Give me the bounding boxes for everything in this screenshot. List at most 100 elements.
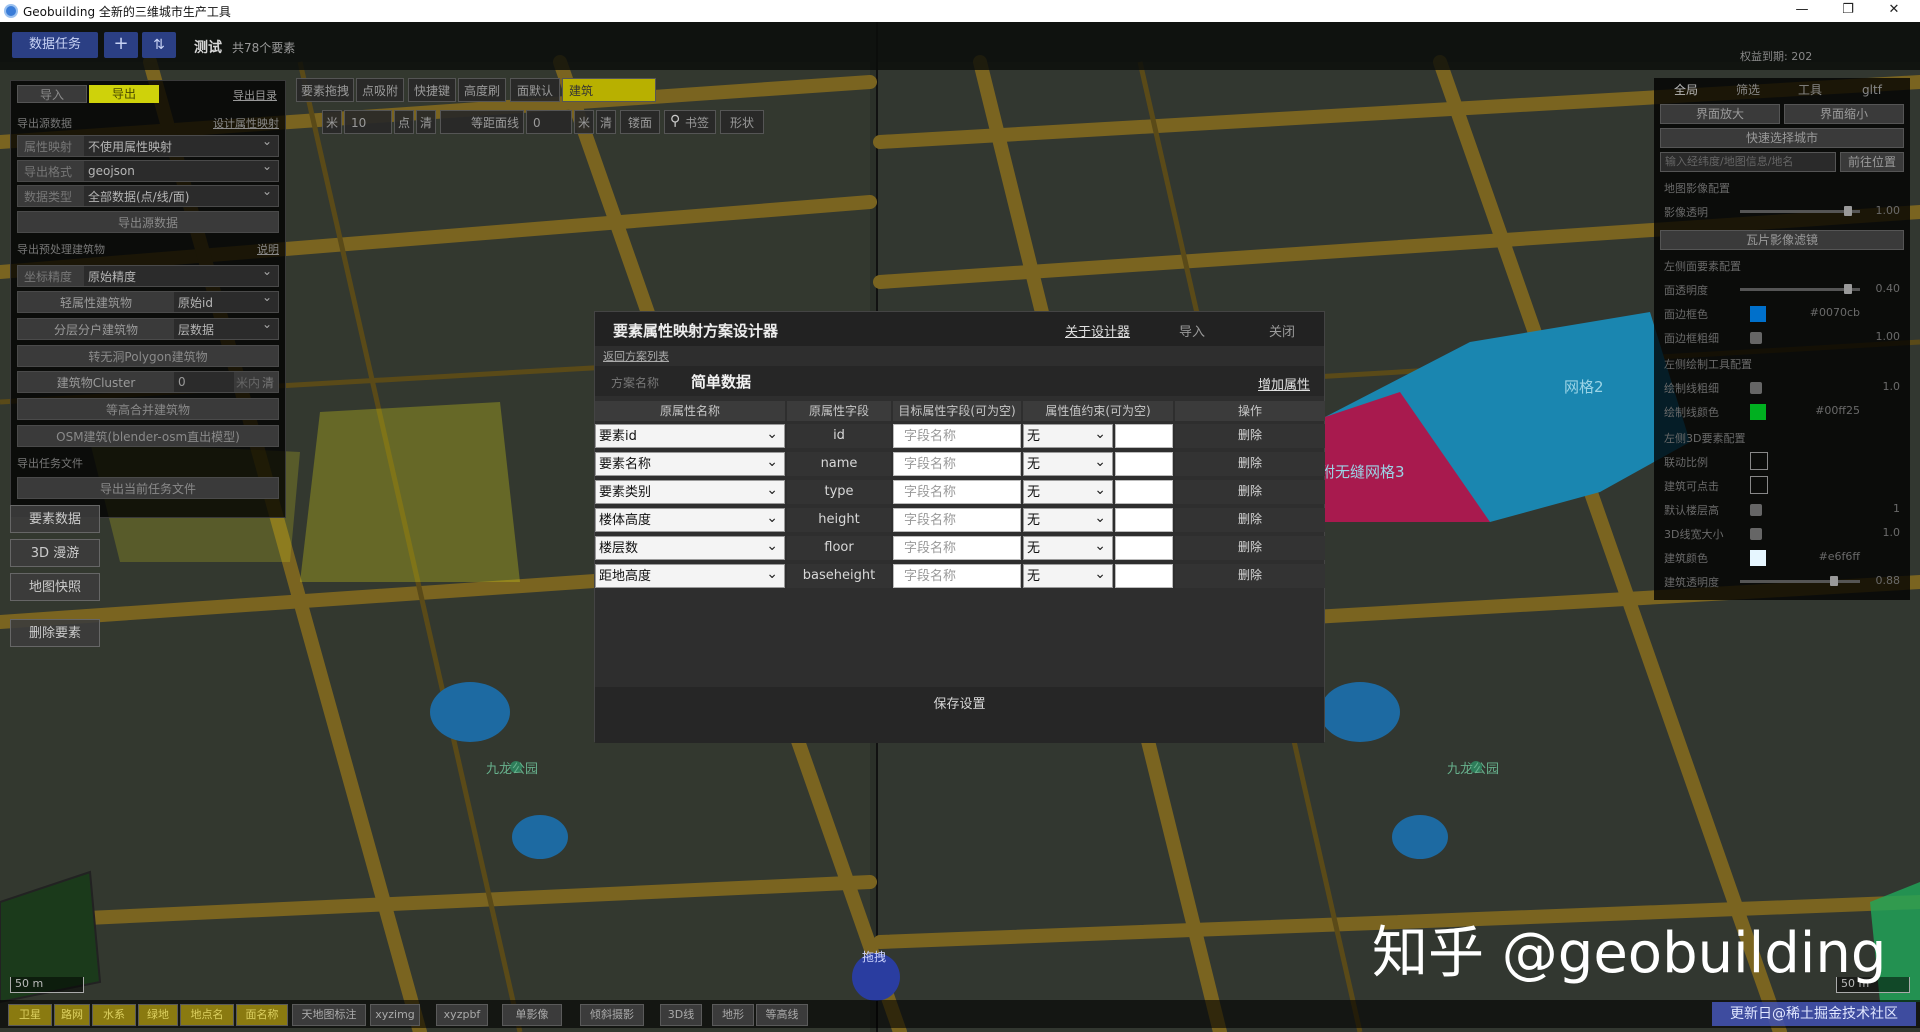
source-name-select[interactable]: 要素id: [595, 422, 785, 448]
source-name-select[interactable]: 要素名称: [595, 450, 785, 476]
constraint-value-input[interactable]: [1115, 564, 1173, 588]
building-clickable-checkbox[interactable]: [1750, 476, 1768, 494]
delete-feature-button[interactable]: 删除要素: [10, 619, 100, 647]
add-button[interactable]: +: [104, 32, 138, 58]
scheme-name-value[interactable]: 简单数据: [691, 371, 751, 392]
constraint-value-input[interactable]: [1115, 508, 1173, 532]
add-attribute-link[interactable]: 增加属性: [1258, 374, 1310, 393]
close-window-button[interactable]: ✕: [1872, 0, 1916, 22]
layer-contours[interactable]: 等高线: [756, 1004, 808, 1026]
target-field-input[interactable]: 字段名称: [893, 508, 1021, 532]
layer-oblique[interactable]: 倾斜摄影: [580, 1004, 644, 1026]
layered-building-row[interactable]: 分层分户建筑物 层数据: [17, 317, 279, 340]
tab-gltf[interactable]: gltf: [1844, 80, 1900, 100]
surface-color-swatch[interactable]: [1750, 306, 1766, 322]
source-name-select[interactable]: 楼层数: [595, 534, 785, 560]
layer-satellite[interactable]: 卫星: [8, 1004, 52, 1026]
source-name-select[interactable]: 楼体高度: [595, 506, 785, 532]
light-building-select[interactable]: 原始id: [174, 290, 278, 312]
slider-knob[interactable]: [1844, 284, 1852, 294]
tool-drag[interactable]: 要素拖拽: [296, 78, 354, 102]
constraint-select[interactable]: 无: [1023, 422, 1113, 448]
tool-height-brush[interactable]: 高度刷: [458, 78, 506, 102]
building-select[interactable]: 建筑: [562, 78, 656, 102]
zoom-in-ui-button[interactable]: 界面放大: [1660, 104, 1780, 124]
constraint-select[interactable]: 无: [1023, 478, 1113, 504]
goto-button[interactable]: 前往位置: [1840, 152, 1904, 172]
clear-button[interactable]: 清: [416, 110, 436, 134]
tab-global[interactable]: 全局: [1658, 80, 1714, 100]
layer-terrain[interactable]: 地形: [712, 1004, 754, 1026]
export-dir-link[interactable]: 导出目录: [233, 87, 277, 103]
layer-face-names[interactable]: 面名称: [236, 1004, 288, 1026]
layer-3d-lines[interactable]: 3D线: [660, 1004, 702, 1026]
map-snapshot-button[interactable]: 地图快照: [10, 573, 100, 601]
tool-hotkey[interactable]: 快捷键: [408, 78, 456, 102]
polygon-building-button[interactable]: 转无洞Polygon建筑物: [17, 345, 279, 367]
quick-city-button[interactable]: 快速选择城市: [1660, 128, 1904, 148]
building-alpha-slider[interactable]: [1740, 580, 1860, 583]
constraint-value-input[interactable]: [1115, 424, 1173, 448]
target-field-input[interactable]: 字段名称: [893, 480, 1021, 504]
layer-water[interactable]: 水系: [92, 1004, 136, 1026]
tab-filter[interactable]: 筛选: [1720, 80, 1776, 100]
source-name-select[interactable]: 距地高度: [595, 562, 785, 588]
hollow-button[interactable]: 镂面: [620, 110, 660, 134]
tile-filter-button[interactable]: 瓦片影像滤镜: [1660, 230, 1904, 250]
tool-face-default[interactable]: 面默认: [510, 78, 560, 102]
constraint-select[interactable]: 无: [1023, 534, 1113, 560]
export-task-button[interactable]: 导出当前任务文件: [17, 477, 279, 499]
constraint-select[interactable]: 无: [1023, 450, 1113, 476]
distance-input[interactable]: 10: [344, 110, 392, 134]
delete-row-button[interactable]: 删除: [1175, 480, 1325, 504]
clear-button[interactable]: 清: [596, 110, 616, 134]
drag-handle[interactable]: 拖拽: [862, 948, 886, 965]
shape-button[interactable]: 形状: [720, 110, 764, 134]
sort-button[interactable]: ⇅: [142, 32, 176, 58]
offset-input[interactable]: 0: [526, 110, 572, 134]
merge-height-button[interactable]: 等高合并建筑物: [17, 398, 279, 420]
maximize-button[interactable]: ❐: [1826, 0, 1870, 22]
save-settings-button[interactable]: 保存设置: [595, 687, 1324, 743]
building-color-swatch[interactable]: [1750, 550, 1766, 566]
light-building-row[interactable]: 轻属性建筑物 原始id: [17, 290, 279, 313]
link-scale-checkbox[interactable]: [1750, 452, 1768, 470]
close-dialog-link[interactable]: 关闭: [1269, 321, 1295, 340]
layer-roads[interactable]: 路网: [54, 1004, 90, 1026]
tab-export[interactable]: 导出: [89, 85, 159, 103]
constraint-value-input[interactable]: [1115, 536, 1173, 560]
3d-roam-button[interactable]: 3D 漫游: [10, 539, 100, 567]
design-mapping-link[interactable]: 设计属性映射: [213, 115, 279, 131]
layer-tianditu[interactable]: 天地图标注: [292, 1004, 366, 1026]
equidistant-toggle[interactable]: 等距面线: [440, 110, 524, 134]
3d-line-width-checkbox[interactable]: [1750, 528, 1762, 540]
precision-select[interactable]: 原始精度: [84, 264, 278, 286]
import-link[interactable]: 导入: [1179, 321, 1205, 340]
about-designer-link[interactable]: 关于设计器: [1065, 321, 1130, 340]
constraint-value-input[interactable]: [1115, 480, 1173, 504]
data-task-button[interactable]: 数据任务: [12, 32, 98, 58]
delete-row-button[interactable]: 删除: [1175, 424, 1325, 448]
tab-import[interactable]: 导入: [17, 85, 87, 103]
target-field-input[interactable]: 字段名称: [893, 424, 1021, 448]
mapping-select[interactable]: 不使用属性映射: [84, 134, 278, 156]
image-alpha-slider[interactable]: [1740, 210, 1860, 213]
draw-color-swatch[interactable]: [1750, 404, 1766, 420]
draw-width-checkbox[interactable]: [1750, 382, 1762, 394]
surface-alpha-slider[interactable]: [1740, 288, 1860, 291]
datatype-select[interactable]: 全部数据(点/线/面): [84, 184, 278, 206]
tool-snap[interactable]: 点吸附: [356, 78, 404, 102]
cluster-input[interactable]: 0: [174, 372, 234, 392]
osm-building-button[interactable]: OSM建筑(blender-osm直出模型): [17, 425, 279, 447]
target-field-input[interactable]: 字段名称: [893, 536, 1021, 560]
minimize-button[interactable]: —: [1780, 0, 1824, 22]
feature-data-button[interactable]: 要素数据: [10, 505, 100, 533]
zoom-out-ui-button[interactable]: 界面缩小: [1784, 104, 1904, 124]
target-field-input[interactable]: 字段名称: [893, 564, 1021, 588]
tab-tools[interactable]: 工具: [1782, 80, 1838, 100]
back-to-list-link[interactable]: 返回方案列表: [603, 348, 669, 364]
cluster-row[interactable]: 建筑物Cluster 0 米内清: [17, 371, 279, 393]
slider-knob[interactable]: [1844, 206, 1852, 216]
export-source-button[interactable]: 导出源数据: [17, 211, 279, 233]
slider-knob[interactable]: [1830, 576, 1838, 586]
